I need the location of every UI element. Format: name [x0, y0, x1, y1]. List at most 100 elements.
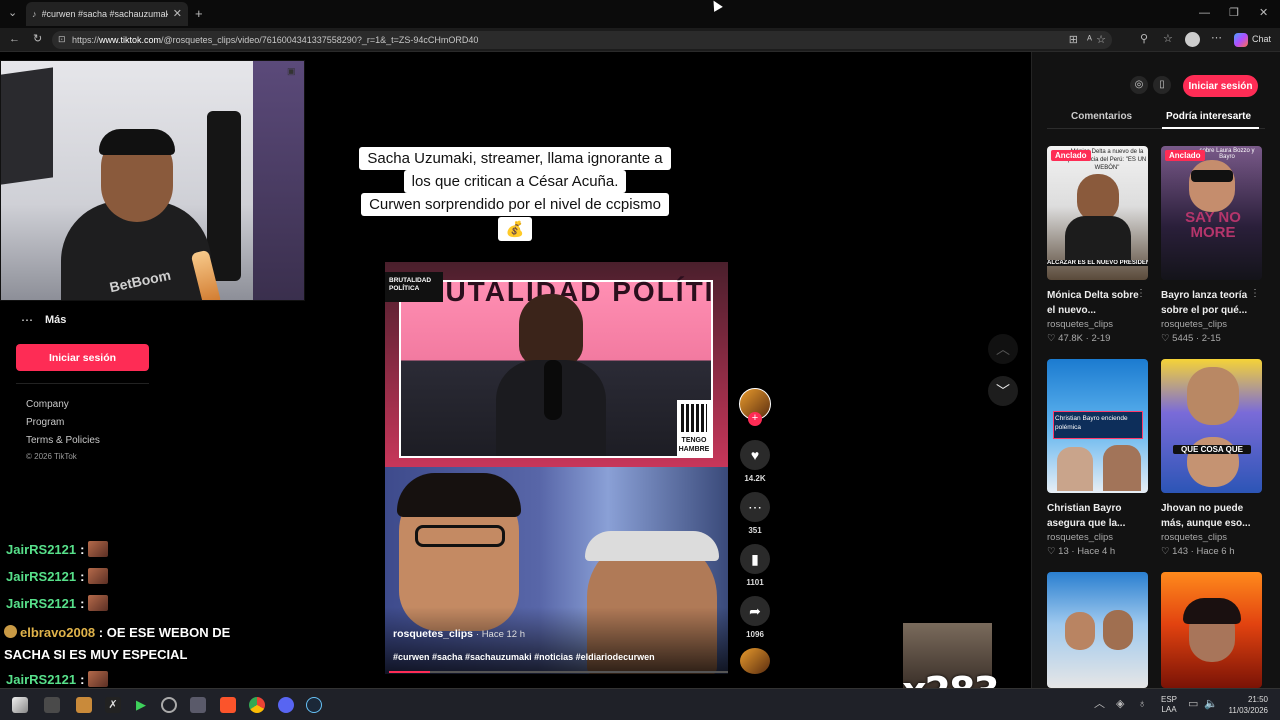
tab-recommended[interactable]: Podría interesarte: [1166, 111, 1251, 122]
file-explorer-icon[interactable]: [76, 697, 92, 713]
tab-list-icon[interactable]: ⌄: [8, 8, 17, 19]
card-author[interactable]: rosquetes_clips: [1047, 532, 1148, 543]
video-thumbnail[interactable]: [1047, 572, 1148, 688]
caption-text: los que critican a César Acuña.: [403, 170, 627, 193]
like-action[interactable]: ♥ 14.2K: [739, 440, 771, 483]
display-icon[interactable]: ▭: [1188, 699, 1198, 710]
obs-icon[interactable]: [161, 697, 177, 713]
compass-icon[interactable]: ◎: [1130, 76, 1148, 94]
more-icon[interactable]: ⋯: [21, 313, 33, 327]
sidebar-login-button[interactable]: Iniciar sesión: [16, 344, 149, 371]
card-title[interactable]: Jhovan no puede más, aunque eso...: [1161, 501, 1262, 531]
chat-user: elbravo2008: [20, 625, 96, 640]
network-icon[interactable]: ◈: [1116, 699, 1124, 710]
more-link[interactable]: Más: [45, 314, 66, 326]
video-card[interactable]: [1161, 572, 1262, 688]
site-info-icon[interactable]: ⊡: [58, 35, 66, 44]
sound-disc[interactable]: [740, 648, 770, 674]
chat-message: JairRS2121 :: [6, 595, 109, 611]
new-tab-icon[interactable]: +: [195, 7, 203, 20]
emote-icon: [88, 568, 109, 584]
app-icon[interactable]: [190, 697, 206, 713]
video-thumbnail[interactable]: SAY NO MORE sobre Laura Bozzo y Bayro An…: [1161, 146, 1262, 280]
close-window-icon[interactable]: ✕: [1259, 8, 1268, 19]
profile-avatar[interactable]: [1185, 32, 1200, 47]
save-action[interactable]: ▮ 1101: [739, 544, 771, 587]
browser-tab[interactable]: ♪ #curwen #sacha #sachauzumaki ✕: [26, 2, 188, 26]
terms-link[interactable]: Terms & Policies: [26, 435, 100, 446]
start-icon[interactable]: [12, 697, 28, 713]
card-author[interactable]: rosquetes_clips: [1161, 319, 1262, 330]
chat-button[interactable]: Chat: [1252, 34, 1271, 44]
heart-icon[interactable]: ♥: [740, 440, 770, 470]
header-login-button[interactable]: Iniciar sesión: [1183, 75, 1258, 97]
program-link[interactable]: Program: [26, 417, 64, 428]
restore-icon[interactable]: ❐: [1229, 8, 1239, 19]
close-tab-icon[interactable]: ✕: [173, 8, 182, 20]
previous-video-button[interactable]: ︿: [988, 334, 1018, 364]
discord-icon[interactable]: [278, 697, 294, 713]
minimize-icon[interactable]: —: [1199, 8, 1210, 19]
card-title[interactable]: Mónica Delta sobre el nuevo...: [1047, 288, 1148, 318]
card-title[interactable]: Bayro lanza teoría sobre el por qué...: [1161, 288, 1262, 318]
browser-tab-bar: ⌄ ♪ #curwen #sacha #sachauzumaki ✕ + — ❐…: [0, 0, 1280, 28]
play-icon[interactable]: ▶: [133, 697, 149, 713]
share-icon[interactable]: ➦: [740, 596, 770, 626]
share-action[interactable]: ➦ 1096: [739, 596, 771, 639]
card-likes: 47.8K: [1058, 333, 1083, 344]
more-options-icon[interactable]: ⋯: [1211, 33, 1222, 44]
card-likes: 143: [1172, 546, 1189, 557]
video-thumbnail[interactable]: Mónica Delta a nuevo de la presidencia d…: [1047, 146, 1148, 280]
refresh-icon[interactable]: ↻: [33, 34, 42, 45]
video-thumbnail[interactable]: [1161, 572, 1262, 688]
emote-icon: [88, 541, 109, 557]
progress-track[interactable]: [389, 671, 728, 673]
language-indicator[interactable]: ESP LAA: [1161, 695, 1177, 715]
back-icon[interactable]: ←: [9, 34, 20, 45]
volume-icon[interactable]: 🔈: [1204, 699, 1218, 710]
video-thumbnail[interactable]: Christian Bayro enciende polémica: [1047, 359, 1148, 493]
clock[interactable]: 21:50 11/03/2026: [1224, 694, 1268, 716]
device-icon[interactable]: ▯: [1153, 76, 1171, 94]
comment-icon[interactable]: ⋯: [740, 492, 770, 522]
card-author[interactable]: rosquetes_clips: [1047, 319, 1148, 330]
brave-icon[interactable]: [220, 697, 236, 713]
address-field[interactable]: ⊡ https://www.tiktok.com/@rosquetes_clip…: [52, 31, 1112, 49]
favorites-icon[interactable]: ☆: [1163, 34, 1173, 45]
task-view-icon[interactable]: [44, 697, 60, 713]
copilot-icon[interactable]: [1234, 33, 1248, 47]
video-player[interactable]: BRUTALIDAD POLÍTICA TENGO HAMBRE BRUTALI…: [385, 262, 728, 674]
video-card[interactable]: [1047, 572, 1148, 688]
url-path: /@rosquetes_clips/video/7616004341337558…: [161, 35, 479, 45]
bookmark-icon[interactable]: ▮: [740, 544, 770, 574]
card-more-icon[interactable]: ⋮: [1250, 288, 1260, 299]
video-thumbnail[interactable]: QUE COSA QUE: [1161, 359, 1262, 493]
comment-action[interactable]: ⋯ 351: [739, 492, 771, 535]
video-card[interactable]: Mónica Delta a nuevo de la presidencia d…: [1047, 146, 1148, 344]
save-count: 1101: [746, 578, 764, 587]
mic-icon[interactable]: ♁: [1138, 699, 1146, 710]
favorite-star-icon[interactable]: ☆: [1096, 35, 1106, 46]
video-card[interactable]: SAY NO MORE sobre Laura Bozzo y Bayro An…: [1161, 146, 1262, 344]
app-icon[interactable]: ✗: [105, 697, 121, 713]
caption-line: Curwen sorprendido por el nivel de ccpis…: [0, 193, 1030, 216]
video-card[interactable]: QUE COSA QUE Jhovan no puede más, aunque…: [1161, 359, 1262, 557]
like-count: 14.2K: [744, 474, 766, 483]
tray-chevron-icon[interactable]: ︿: [1094, 699, 1105, 710]
company-link[interactable]: Company: [26, 399, 69, 410]
video-card[interactable]: Christian Bayro enciende polémica Christ…: [1047, 359, 1148, 557]
card-author[interactable]: rosquetes_clips: [1161, 532, 1262, 543]
app-icon[interactable]: ⊞: [1069, 35, 1078, 46]
card-time: Hace 4 h: [1077, 546, 1116, 557]
follow-plus-icon[interactable]: +: [748, 412, 762, 426]
next-video-button[interactable]: ﹀: [988, 376, 1018, 406]
card-title[interactable]: Christian Bayro asegura que la...: [1047, 501, 1148, 531]
tab-comments[interactable]: Comentarios: [1071, 111, 1132, 122]
extensions-icon[interactable]: ⚲: [1140, 34, 1148, 45]
read-aloud-icon[interactable]: ᴬ: [1087, 35, 1092, 46]
chrome-icon[interactable]: [249, 697, 265, 713]
card-more-icon[interactable]: ⋮: [1136, 288, 1146, 299]
steam-icon[interactable]: [306, 697, 322, 713]
video-hashtags[interactable]: #curwen #sacha #sachauzumaki #noticias #…: [393, 652, 655, 662]
video-author[interactable]: rosquetes_clips: [393, 628, 473, 640]
